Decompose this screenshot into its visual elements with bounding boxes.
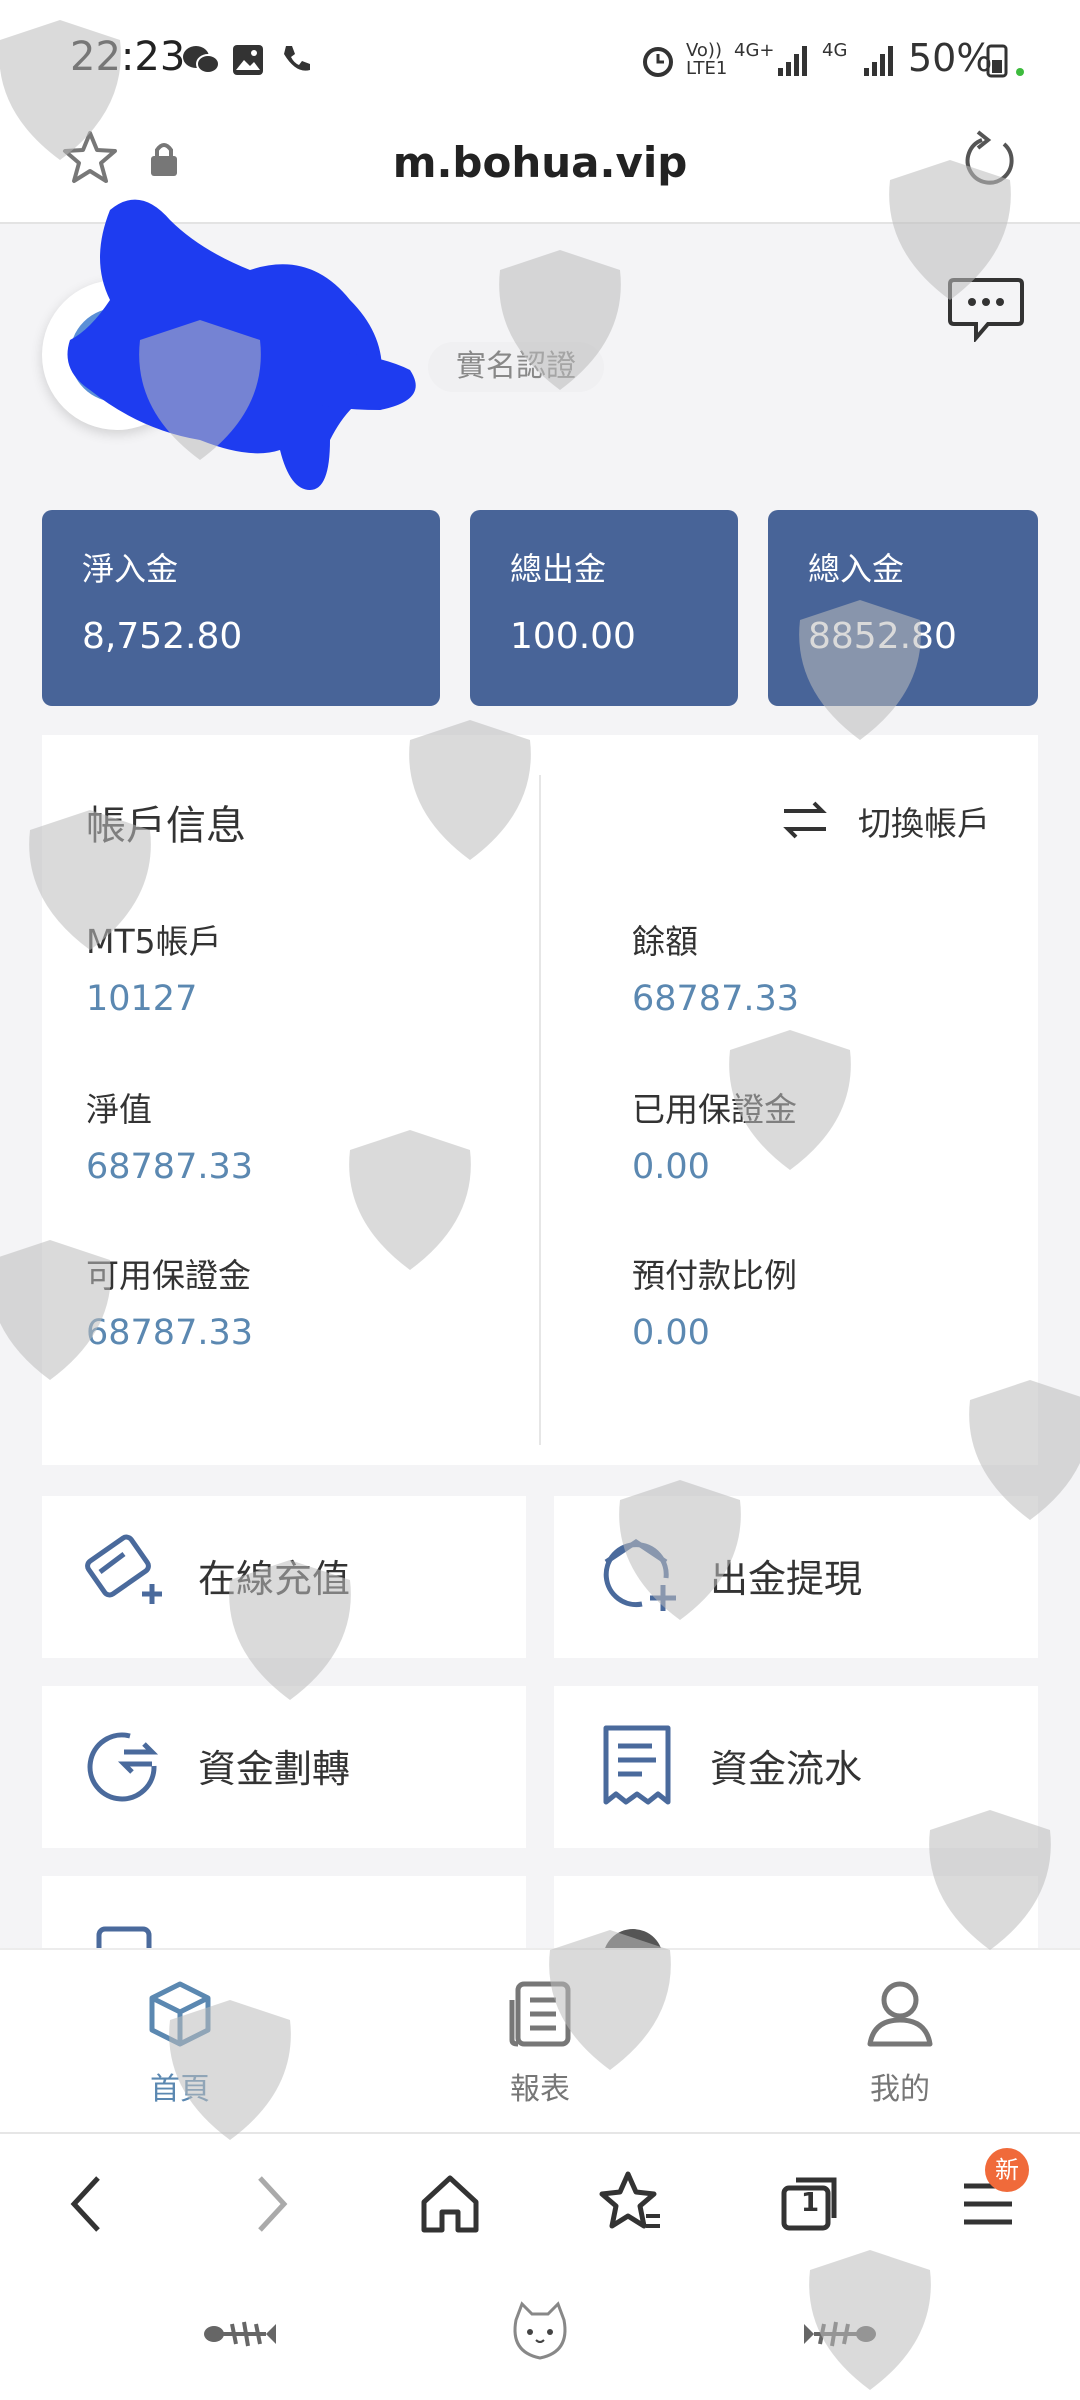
report-icon [509, 1981, 571, 2047]
field-label-equity: 淨值 [86, 1090, 152, 1129]
account-title: 帳戶信息 [86, 803, 246, 849]
tile-label: 出金提現 [710, 1557, 863, 1601]
field-value-mt5: 10127 [86, 979, 198, 1019]
signal-icon [778, 46, 807, 76]
wifi-call-icon [284, 46, 310, 71]
url-text[interactable]: m.bohua.vip [0, 138, 1080, 187]
nav-home[interactable]: 首頁 [80, 1950, 280, 2132]
tile-partial-left[interactable] [42, 1876, 526, 1948]
app-bottom-nav: 首頁 報表 我的 [0, 1948, 1080, 2132]
chat-icon[interactable] [948, 276, 1024, 342]
field-value-margin-level: 0.00 [632, 1313, 710, 1353]
field-value-used-margin: 0.00 [632, 1147, 710, 1187]
card-value: 100.00 [510, 616, 636, 657]
field-value-free-margin: 68787.33 [86, 1313, 254, 1353]
nav-label: 我的 [870, 2072, 930, 2107]
system-nav [0, 2272, 1080, 2400]
network-label-3: 4G [822, 40, 848, 61]
tile-partial-right[interactable] [554, 1876, 1038, 1948]
field-value-balance: 68787.33 [632, 979, 800, 1019]
tile-label: 在線充值 [198, 1557, 351, 1601]
receipt-icon [603, 1725, 671, 1805]
cube-icon [149, 1981, 211, 2047]
fund-transfer-button[interactable]: 資金劃轉 [42, 1686, 526, 1848]
partial-icon [605, 1929, 661, 1948]
card-total-deposit[interactable]: 總入金 8852.80 [768, 510, 1038, 706]
nav-mine[interactable]: 我的 [800, 1950, 1000, 2132]
battery-percent: 50% [908, 36, 993, 80]
field-label-used-margin: 已用保證金 [632, 1090, 797, 1129]
withdraw-button[interactable]: 出金提現 [554, 1496, 1038, 1658]
tab-count: 1 [800, 2188, 820, 2218]
nav-report[interactable]: 報表 [440, 1950, 640, 2132]
tile-label: 資金流水 [710, 1747, 863, 1791]
switch-account-button[interactable]: 切換帳戶 [858, 797, 990, 845]
tile-label: 資金劃轉 [198, 1747, 351, 1791]
card-value: 8,752.80 [82, 616, 243, 657]
field-label-free-margin: 可用保證金 [86, 1256, 251, 1295]
fishbone-icon-2[interactable] [800, 2312, 880, 2362]
card-total-withdrawal[interactable]: 總出金 100.00 [470, 510, 738, 706]
nav-label: 首頁 [150, 2072, 210, 2107]
nav-label: 報表 [510, 2072, 570, 2107]
status-bar: 22:23 Vo)) LTE1 4G+ 4G 50% [0, 0, 1080, 118]
swap-icon[interactable] [780, 799, 830, 841]
fishbone-icon[interactable] [200, 2312, 280, 2362]
redaction-scribble [67, 199, 416, 491]
card-add-icon [85, 1534, 162, 1604]
field-label-mt5: MT5帳戶 [86, 922, 222, 961]
cat-face-icon[interactable] [508, 2300, 572, 2364]
withdraw-icon [603, 1538, 676, 1611]
partial-icon [96, 1926, 152, 1948]
transfer-icon [87, 1732, 159, 1802]
home-icon[interactable] [410, 2164, 490, 2244]
online-deposit-button[interactable]: 在線充值 [42, 1496, 526, 1658]
signal-icon-2 [864, 46, 893, 76]
network-label-1: Vo)) LTE1 [686, 40, 728, 79]
wechat-icon [183, 46, 220, 74]
account-info-panel: 帳戶信息 切換帳戶 MT5帳戶 10127 餘額 68787.33 淨值 687… [42, 735, 1038, 1465]
user-icon [867, 1981, 933, 2047]
browser-toolbar: 1 [0, 2132, 1080, 2274]
card-label: 總出金 [510, 550, 607, 588]
card-net-deposit[interactable]: 淨入金 8,752.80 [42, 510, 440, 706]
verify-button[interactable]: 實名認證 [428, 342, 604, 392]
back-icon[interactable] [48, 2164, 128, 2244]
status-time: 22:23 [70, 34, 186, 80]
fund-flow-button[interactable]: 資金流水 [554, 1686, 1038, 1848]
bookmarks-icon[interactable] [590, 2164, 670, 2244]
card-value: 8852.80 [808, 616, 957, 657]
card-label: 總入金 [808, 550, 905, 588]
card-label: 淨入金 [82, 550, 179, 588]
field-label-balance: 餘額 [632, 922, 698, 961]
reload-icon[interactable] [960, 130, 1020, 190]
new-badge: 新 [985, 2148, 1029, 2192]
field-label-margin-level: 預付款比例 [632, 1256, 797, 1295]
network-label-2: 4G+ [734, 40, 775, 61]
forward-icon[interactable] [230, 2164, 310, 2244]
gallery-icon [233, 45, 263, 75]
field-value-equity: 68787.33 [86, 1147, 254, 1187]
divider [539, 775, 541, 1445]
alarm-icon [643, 47, 673, 77]
battery-icon [986, 44, 1024, 78]
